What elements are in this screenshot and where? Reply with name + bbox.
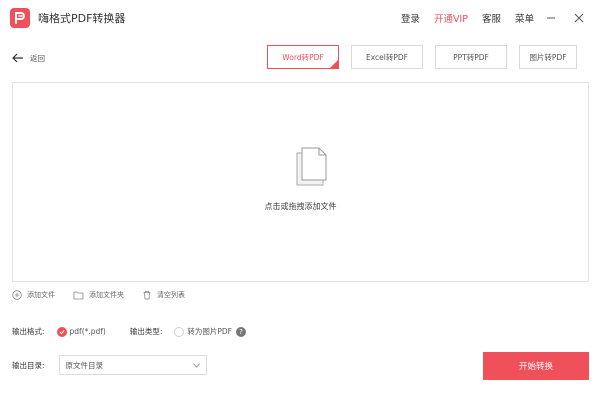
tab-ppt-to-pdf[interactable]: PPT转PDF bbox=[435, 45, 507, 69]
file-actions: 添加文件 添加文件夹 清空列表 bbox=[12, 290, 203, 300]
tab-label: 图片转PDF bbox=[529, 52, 567, 62]
add-file-label: 添加文件 bbox=[27, 291, 55, 299]
close-icon bbox=[574, 13, 584, 23]
tab-excel-to-pdf[interactable]: Excel转PDF bbox=[351, 45, 423, 69]
tab-image-to-pdf[interactable]: 图片转PDF bbox=[519, 45, 577, 69]
top-menu: 登录 开通VIP 客服 菜单 bbox=[387, 0, 590, 36]
add-folder-button[interactable]: 添加文件夹 bbox=[73, 290, 124, 300]
trash-icon bbox=[143, 290, 151, 300]
clear-list-button[interactable]: 清空列表 bbox=[142, 290, 185, 300]
arrow-left-icon bbox=[12, 53, 23, 63]
output-dir-select[interactable]: 原文件目录 bbox=[58, 355, 207, 375]
service-link[interactable]: 客服 bbox=[482, 11, 501, 25]
conversion-tabs: Word转PDF Excel转PDF PPT转PDF 图片转PDF bbox=[267, 45, 589, 69]
add-file-button[interactable]: 添加文件 bbox=[12, 290, 55, 300]
check-icon bbox=[56, 326, 67, 337]
vip-link[interactable]: 开通VIP bbox=[434, 11, 468, 25]
minimize-button[interactable] bbox=[540, 7, 562, 29]
app-logo-icon bbox=[10, 8, 30, 28]
minimize-icon bbox=[547, 17, 555, 19]
image-pdf-radio[interactable]: 转为图片PDF bbox=[174, 326, 232, 337]
drop-hint-text: 点击或拖拽添加文件 bbox=[264, 202, 337, 211]
menu-link[interactable]: 菜单 bbox=[515, 11, 534, 25]
tab-word-to-pdf[interactable]: Word转PDF bbox=[267, 45, 339, 69]
start-convert-button[interactable]: 开始转换 bbox=[483, 352, 589, 380]
close-button[interactable] bbox=[568, 7, 590, 29]
login-link[interactable]: 登录 bbox=[401, 11, 420, 25]
format-pdf-label: pdf(*.pdf) bbox=[69, 327, 106, 336]
output-format-label: 输出格式: bbox=[12, 327, 45, 336]
output-options: 输出格式: pdf(*.pdf) 输出类型: 转为图片PDF ? bbox=[12, 326, 246, 337]
help-icon[interactable]: ? bbox=[236, 326, 246, 337]
folder-icon bbox=[73, 291, 84, 300]
tab-label: Word转PDF bbox=[282, 52, 324, 62]
chevron-down-icon bbox=[192, 362, 200, 368]
plus-circle-icon bbox=[12, 290, 22, 300]
output-dir-value: 原文件目录 bbox=[65, 360, 104, 370]
image-pdf-label: 转为图片PDF bbox=[187, 327, 232, 336]
tab-label: Excel转PDF bbox=[366, 52, 408, 62]
document-icon bbox=[296, 147, 327, 186]
radio-circle-icon bbox=[174, 326, 185, 337]
back-button[interactable]: 返回 bbox=[12, 50, 45, 66]
add-folder-label: 添加文件夹 bbox=[89, 291, 124, 299]
clear-list-label: 清空列表 bbox=[157, 291, 185, 299]
back-label: 返回 bbox=[30, 53, 45, 63]
output-type-label: 输出类型: bbox=[129, 327, 163, 336]
selected-corner-icon bbox=[329, 59, 339, 69]
tab-label: PPT转PDF bbox=[453, 52, 489, 62]
output-directory-row: 输出目录: 原文件目录 bbox=[12, 355, 207, 375]
format-pdf-radio[interactable]: pdf(*.pdf) bbox=[56, 326, 106, 337]
app-title: 嗨格式PDF转换器 bbox=[38, 12, 126, 25]
file-drop-zone[interactable]: 点击或拖拽添加文件 bbox=[12, 82, 589, 282]
output-dir-label: 输出目录: bbox=[12, 360, 45, 370]
